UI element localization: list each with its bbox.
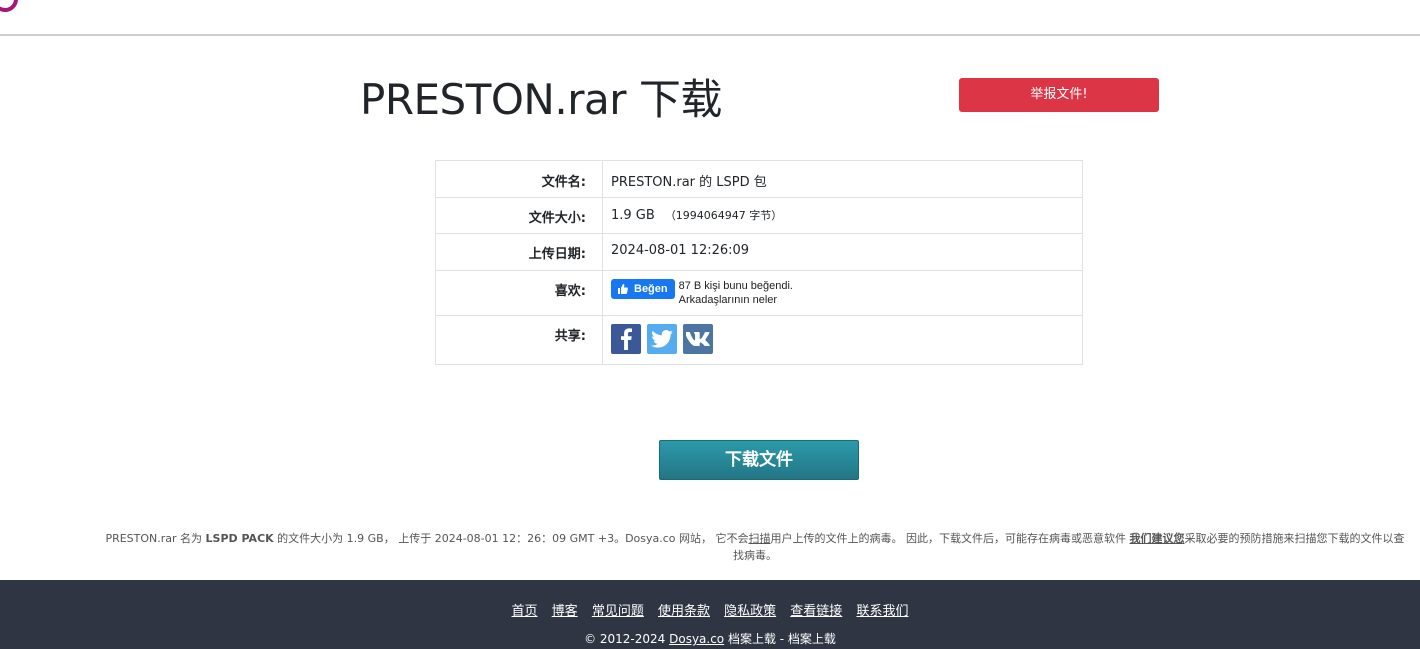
share-icons [611,324,1074,354]
like-button-label: Beğen [634,283,668,295]
facebook-icon[interactable] [611,324,641,354]
share-cell [602,315,1083,365]
notice-file-label: LSPD PACK [205,532,274,545]
like-count-text: 87 B kişi bunu beğendi. Arkadaşlarının n… [679,279,793,307]
copyright-prefix: © 2012-2024 [584,632,670,646]
like-cell: Beğen 87 B kişi bunu beğendi. Arkadaşlar… [602,270,1083,316]
download-notice: PRESTON.rar 名为 LSPD PACK 的文件大小为 1.9 GB， … [100,530,1410,564]
like-label: 喜欢: [435,270,603,316]
facebook-like-button[interactable]: Beğen [611,279,675,299]
file-size-label: 文件大小: [435,197,603,234]
table-row: 喜欢: Beğen 87 B kişi bunu beğendi. Arkada… [435,270,1083,316]
copyright-suffix: 档案上载 - 档案上载 [724,632,836,646]
file-size-cell: 1.9 GB （1994064947 字节） [602,197,1083,234]
file-info-table: 文件名: PRESTON.rar 的 LSPD 包 文件大小: 1.9 GB （1… [435,160,1083,365]
footer-links: 首页 博客 常见问题 使用条款 隐私政策 查看链接 联系我们 [0,600,1420,619]
like-text-line1: 87 B kişi bunu beğendi. [678,280,793,292]
download-file-button[interactable]: 下载文件 [659,440,859,480]
footer-link-home[interactable]: 首页 [512,604,538,619]
facebook-like-widget: Beğen 87 B kişi bunu beğendi. Arkadaşlar… [611,279,1074,307]
site-logo[interactable] [0,0,18,12]
notice-text: PRESTON.rar 名为 [105,532,206,545]
file-size-bytes: （1994064947 字节） [664,209,783,222]
footer-link-contact[interactable]: 联系我们 [856,604,908,619]
thumbs-up-icon [618,284,628,294]
recommendation-link[interactable]: 我们建议您 [1130,532,1185,545]
table-row: 上传日期: 2024-08-01 12:26:09 [435,233,1083,271]
footer-link-blog[interactable]: 博客 [552,604,578,619]
file-size-value: 1.9 GB [611,208,655,223]
page-title: PRESTON.rar 下载 [360,75,722,124]
upload-date-label: 上传日期: [435,233,603,271]
footer-link-terms[interactable]: 使用条款 [658,604,710,619]
footer-link-faq[interactable]: 常见问题 [592,604,644,619]
file-name-value: PRESTON.rar 的 LSPD 包 [602,160,1083,198]
share-label: 共享: [435,315,603,365]
upload-date-value: 2024-08-01 12:26:09 [602,233,1083,271]
file-name-label: 文件名: [435,160,603,198]
notice-text: 的文件大小为 1.9 GB， 上传于 2024-08-01 12：26：09 G… [273,532,749,545]
twitter-icon[interactable] [647,324,677,354]
notice-scan-text: 扫描 [748,532,771,545]
copyright: © 2012-2024 Dosya.co 档案上载 - 档案上载 [0,630,1420,647]
vk-icon[interactable] [683,324,713,354]
table-row: 文件名: PRESTON.rar 的 LSPD 包 [435,160,1083,198]
table-row: 文件大小: 1.9 GB （1994064947 字节） [435,197,1083,234]
report-file-button[interactable]: 举报文件! [959,78,1159,112]
top-navbar [0,0,1420,36]
copyright-site-link[interactable]: Dosya.co [669,632,724,646]
table-row: 共享: [435,315,1083,365]
like-text-line2: Arkadaşlarının neler [678,294,778,306]
notice-text: 用户上传的文件上的病毒。 因此，下载文件后，可能存在病毒或恶意软件 [770,532,1130,545]
site-footer: 首页 博客 常见问题 使用条款 隐私政策 查看链接 联系我们 © 2012-20… [0,580,1420,649]
footer-link-check-links[interactable]: 查看链接 [790,604,842,619]
footer-link-privacy[interactable]: 隐私政策 [724,604,776,619]
